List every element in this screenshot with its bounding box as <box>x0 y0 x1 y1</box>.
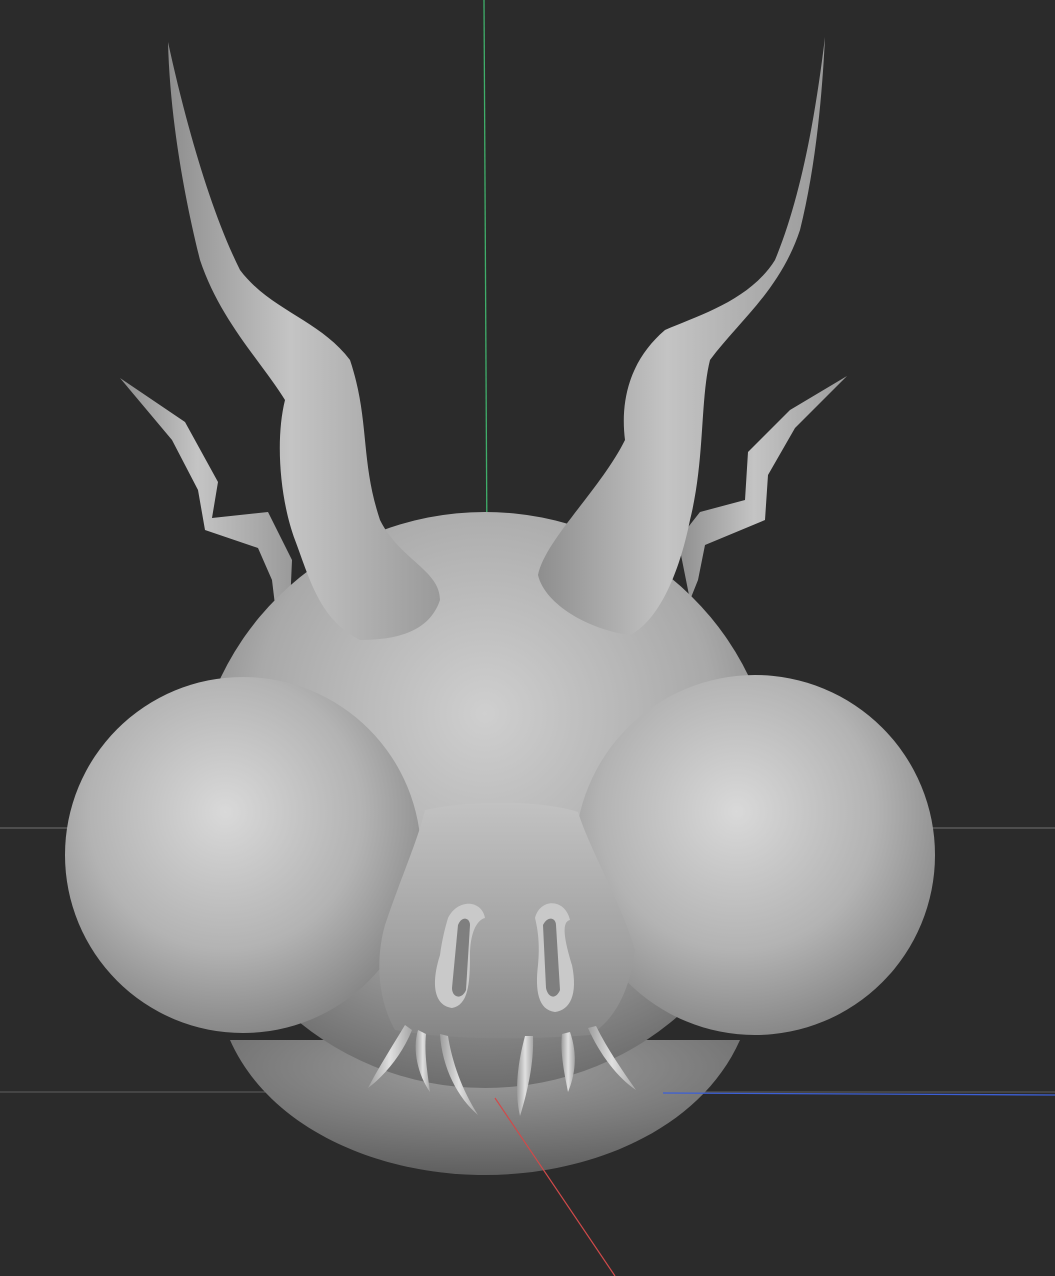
z-axis-line <box>662 1092 1055 1096</box>
right-eye-sphere <box>575 675 935 1035</box>
y-axis-line <box>483 0 488 553</box>
left-eye-sphere <box>65 677 421 1033</box>
left-antler <box>120 378 292 630</box>
right-horn <box>538 37 825 635</box>
viewport-canvas[interactable] <box>0 0 1055 1276</box>
left-horn <box>168 42 440 640</box>
right-nostril <box>535 903 575 1012</box>
3d-viewport[interactable] <box>0 0 1055 1276</box>
